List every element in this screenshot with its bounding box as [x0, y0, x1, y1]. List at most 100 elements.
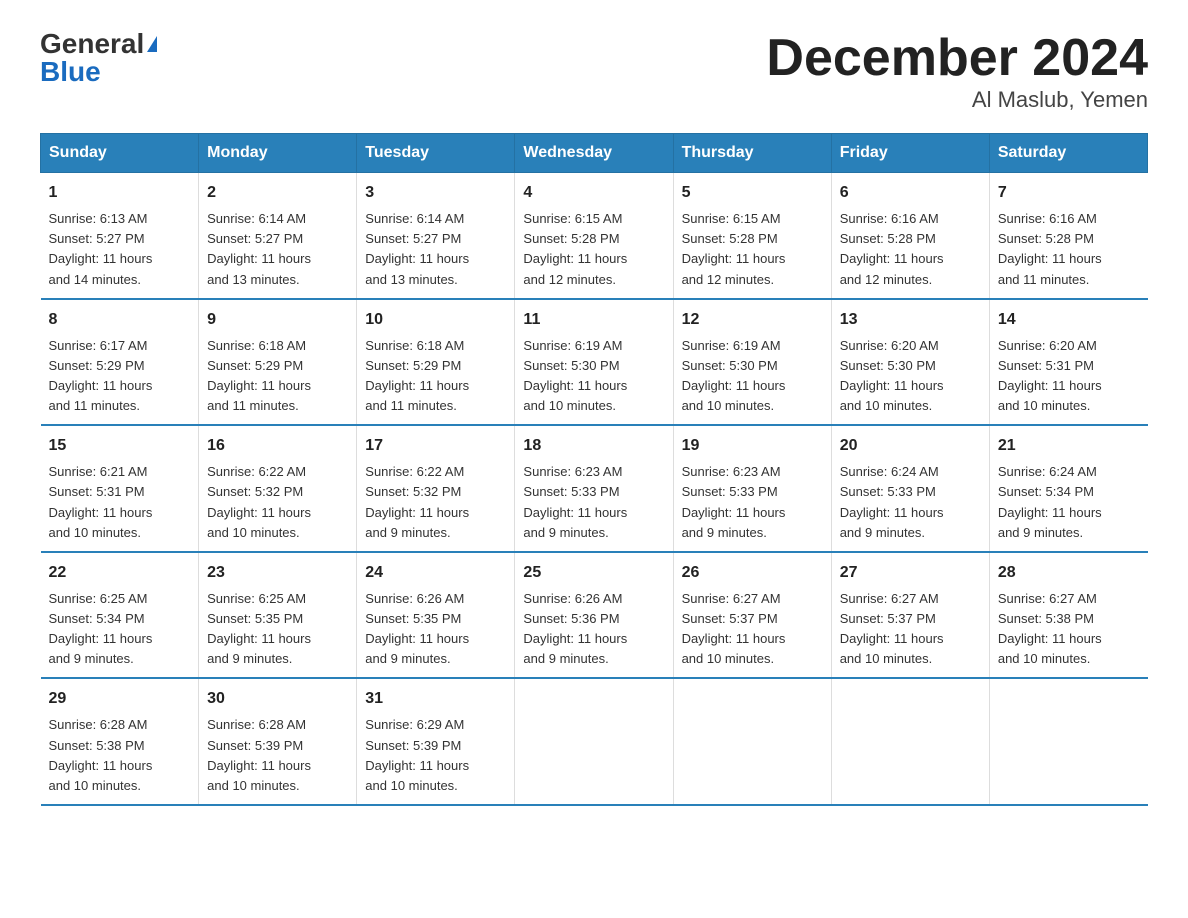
day-info: Sunrise: 6:26 AM Sunset: 5:36 PM Dayligh… [523, 589, 664, 670]
calendar-week-row: 29Sunrise: 6:28 AM Sunset: 5:38 PM Dayli… [41, 678, 1148, 805]
day-number: 21 [998, 434, 1140, 458]
day-info: Sunrise: 6:16 AM Sunset: 5:28 PM Dayligh… [998, 209, 1140, 290]
day-number: 27 [840, 561, 981, 585]
day-number: 25 [523, 561, 664, 585]
weekday-header-row: SundayMondayTuesdayWednesdayThursdayFrid… [41, 134, 1148, 173]
calendar-cell: 23 Sunrise: 6:25 AM Sunset: 5:35 PM Dayli… [199, 552, 357, 679]
calendar-cell: 4 Sunrise: 6:15 AM Sunset: 5:28 PM Daylig… [515, 173, 673, 299]
logo-blue-text: Blue [40, 58, 101, 86]
calendar-cell: 18 Sunrise: 6:23 AM Sunset: 5:33 PM Dayli… [515, 425, 673, 552]
day-number: 14 [998, 308, 1140, 332]
day-number: 22 [49, 561, 191, 585]
logo-triangle-icon [147, 36, 157, 52]
day-info: Sunrise: 6:16 AM Sunset: 5:28 PM Dayligh… [840, 209, 981, 290]
day-info: Sunrise: 6:23 AM Sunset: 5:33 PM Dayligh… [523, 462, 664, 543]
day-number: 17 [365, 434, 506, 458]
calendar-cell: 31 Sunrise: 6:29 AM Sunset: 5:39 PM Dayli… [357, 678, 515, 805]
day-info: Sunrise: 6:27 AM Sunset: 5:38 PM Dayligh… [998, 589, 1140, 670]
day-number: 3 [365, 181, 506, 205]
day-number: 29 [49, 687, 191, 711]
day-info: Sunrise: 6:18 AM Sunset: 5:29 PM Dayligh… [207, 336, 348, 417]
day-number: 28 [998, 561, 1140, 585]
day-info: Sunrise: 6:24 AM Sunset: 5:34 PM Dayligh… [998, 462, 1140, 543]
day-info: Sunrise: 6:14 AM Sunset: 5:27 PM Dayligh… [207, 209, 348, 290]
calendar-cell [831, 678, 989, 805]
day-info: Sunrise: 6:25 AM Sunset: 5:35 PM Dayligh… [207, 589, 348, 670]
calendar-cell: 30 Sunrise: 6:28 AM Sunset: 5:39 PM Dayli… [199, 678, 357, 805]
calendar-cell: 24 Sunrise: 6:26 AM Sunset: 5:35 PM Dayli… [357, 552, 515, 679]
day-info: Sunrise: 6:18 AM Sunset: 5:29 PM Dayligh… [365, 336, 506, 417]
logo: General Blue [40, 30, 157, 86]
calendar-subtitle: Al Maslub, Yemen [766, 87, 1148, 113]
calendar-cell [989, 678, 1147, 805]
day-info: Sunrise: 6:22 AM Sunset: 5:32 PM Dayligh… [365, 462, 506, 543]
day-info: Sunrise: 6:27 AM Sunset: 5:37 PM Dayligh… [682, 589, 823, 670]
day-info: Sunrise: 6:15 AM Sunset: 5:28 PM Dayligh… [682, 209, 823, 290]
day-number: 24 [365, 561, 506, 585]
day-info: Sunrise: 6:24 AM Sunset: 5:33 PM Dayligh… [840, 462, 981, 543]
logo-general-text: General [40, 30, 144, 58]
day-number: 4 [523, 181, 664, 205]
calendar-title: December 2024 [766, 30, 1148, 87]
day-number: 19 [682, 434, 823, 458]
day-info: Sunrise: 6:29 AM Sunset: 5:39 PM Dayligh… [365, 715, 506, 796]
day-number: 6 [840, 181, 981, 205]
day-info: Sunrise: 6:20 AM Sunset: 5:31 PM Dayligh… [998, 336, 1140, 417]
day-info: Sunrise: 6:21 AM Sunset: 5:31 PM Dayligh… [49, 462, 191, 543]
calendar-week-row: 1Sunrise: 6:13 AM Sunset: 5:27 PM Daylig… [41, 173, 1148, 299]
day-number: 15 [49, 434, 191, 458]
calendar-cell: 29Sunrise: 6:28 AM Sunset: 5:38 PM Dayli… [41, 678, 199, 805]
calendar-week-row: 22 Sunrise: 6:25 AM Sunset: 5:34 PM Dayli… [41, 552, 1148, 679]
calendar-cell: 25 Sunrise: 6:26 AM Sunset: 5:36 PM Dayli… [515, 552, 673, 679]
day-info: Sunrise: 6:14 AM Sunset: 5:27 PM Dayligh… [365, 209, 506, 290]
calendar-cell: 22 Sunrise: 6:25 AM Sunset: 5:34 PM Dayli… [41, 552, 199, 679]
weekday-header-saturday: Saturday [989, 134, 1147, 173]
day-number: 16 [207, 434, 348, 458]
day-info: Sunrise: 6:13 AM Sunset: 5:27 PM Dayligh… [49, 209, 191, 290]
calendar-cell [515, 678, 673, 805]
day-number: 30 [207, 687, 348, 711]
day-info: Sunrise: 6:15 AM Sunset: 5:28 PM Dayligh… [523, 209, 664, 290]
day-number: 2 [207, 181, 348, 205]
day-info: Sunrise: 6:19 AM Sunset: 5:30 PM Dayligh… [682, 336, 823, 417]
calendar-cell: 15 Sunrise: 6:21 AM Sunset: 5:31 PM Dayli… [41, 425, 199, 552]
calendar-week-row: 8 Sunrise: 6:17 AM Sunset: 5:29 PM Daylig… [41, 299, 1148, 426]
calendar-cell: 2 Sunrise: 6:14 AM Sunset: 5:27 PM Daylig… [199, 173, 357, 299]
calendar-cell: 19 Sunrise: 6:23 AM Sunset: 5:33 PM Dayli… [673, 425, 831, 552]
day-number: 8 [49, 308, 191, 332]
day-info: Sunrise: 6:19 AM Sunset: 5:30 PM Dayligh… [523, 336, 664, 417]
day-info: Sunrise: 6:23 AM Sunset: 5:33 PM Dayligh… [682, 462, 823, 543]
day-number: 9 [207, 308, 348, 332]
day-info: Sunrise: 6:22 AM Sunset: 5:32 PM Dayligh… [207, 462, 348, 543]
calendar-table: SundayMondayTuesdayWednesdayThursdayFrid… [40, 133, 1148, 806]
weekday-header-thursday: Thursday [673, 134, 831, 173]
calendar-cell: 21 Sunrise: 6:24 AM Sunset: 5:34 PM Dayli… [989, 425, 1147, 552]
calendar-cell: 9 Sunrise: 6:18 AM Sunset: 5:29 PM Daylig… [199, 299, 357, 426]
day-number: 10 [365, 308, 506, 332]
day-number: 20 [840, 434, 981, 458]
calendar-cell: 10 Sunrise: 6:18 AM Sunset: 5:29 PM Dayli… [357, 299, 515, 426]
day-number: 11 [523, 308, 664, 332]
weekday-header-friday: Friday [831, 134, 989, 173]
day-number: 13 [840, 308, 981, 332]
day-number: 18 [523, 434, 664, 458]
day-info: Sunrise: 6:28 AM Sunset: 5:39 PM Dayligh… [207, 715, 348, 796]
calendar-cell: 8 Sunrise: 6:17 AM Sunset: 5:29 PM Daylig… [41, 299, 199, 426]
calendar-cell: 26Sunrise: 6:27 AM Sunset: 5:37 PM Dayli… [673, 552, 831, 679]
weekday-header-monday: Monday [199, 134, 357, 173]
calendar-cell: 13 Sunrise: 6:20 AM Sunset: 5:30 PM Dayli… [831, 299, 989, 426]
day-info: Sunrise: 6:26 AM Sunset: 5:35 PM Dayligh… [365, 589, 506, 670]
day-info: Sunrise: 6:25 AM Sunset: 5:34 PM Dayligh… [49, 589, 191, 670]
calendar-week-row: 15 Sunrise: 6:21 AM Sunset: 5:31 PM Dayli… [41, 425, 1148, 552]
calendar-cell: 14 Sunrise: 6:20 AM Sunset: 5:31 PM Dayli… [989, 299, 1147, 426]
day-number: 12 [682, 308, 823, 332]
day-info: Sunrise: 6:17 AM Sunset: 5:29 PM Dayligh… [49, 336, 191, 417]
calendar-cell: 6 Sunrise: 6:16 AM Sunset: 5:28 PM Daylig… [831, 173, 989, 299]
day-number: 31 [365, 687, 506, 711]
day-number: 23 [207, 561, 348, 585]
calendar-cell: 28 Sunrise: 6:27 AM Sunset: 5:38 PM Dayli… [989, 552, 1147, 679]
day-info: Sunrise: 6:20 AM Sunset: 5:30 PM Dayligh… [840, 336, 981, 417]
calendar-cell: 16 Sunrise: 6:22 AM Sunset: 5:32 PM Dayli… [199, 425, 357, 552]
calendar-cell: 17 Sunrise: 6:22 AM Sunset: 5:32 PM Dayli… [357, 425, 515, 552]
page-header: General Blue December 2024 Al Maslub, Ye… [40, 30, 1148, 113]
